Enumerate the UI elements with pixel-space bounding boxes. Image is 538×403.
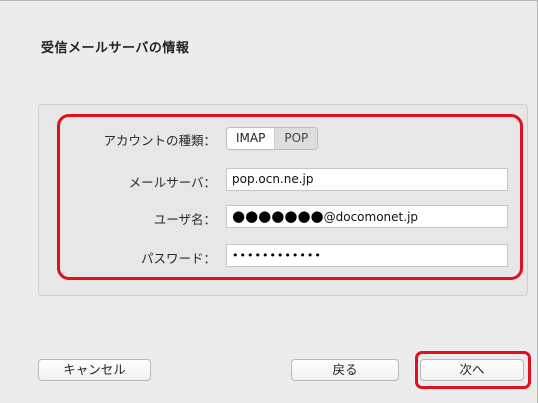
back-button[interactable]: 戻る bbox=[291, 359, 399, 381]
incoming-mail-server-dialog: 受信メールサーバの情報 アカウントの種類： IMAP POP メールサーバ： p… bbox=[0, 0, 538, 403]
form-highlight-box bbox=[57, 114, 523, 280]
dialog-title: 受信メールサーバの情報 bbox=[41, 41, 190, 56]
next-button-highlight-box bbox=[415, 351, 531, 389]
cancel-button[interactable]: キャンセル bbox=[38, 359, 151, 381]
